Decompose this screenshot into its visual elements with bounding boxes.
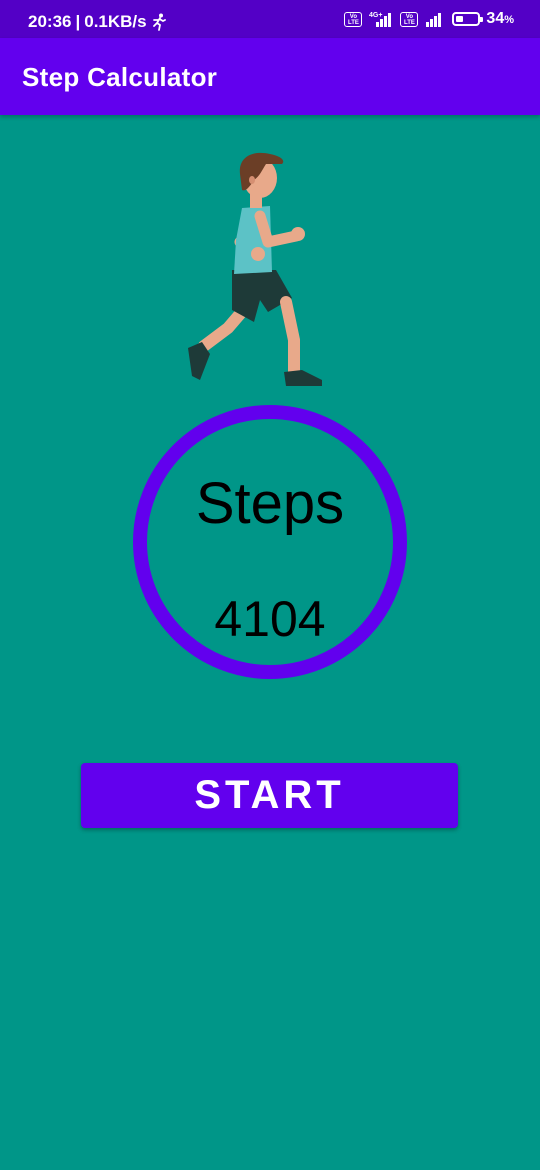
status-right: Vo LTE 4G+ Vo LTE 34% [344,10,514,28]
battery-fill [456,16,464,22]
battery-unit: % [504,14,514,26]
status-left: 20:36 | 0.1KB/s [28,12,167,32]
signal-icon-sim2 [426,13,442,27]
steps-label: Steps [195,471,345,536]
battery-level: 34 [486,10,505,27]
start-button[interactable]: START [81,763,458,828]
volte-icon-sim2: Vo LTE [400,11,419,27]
battery-icon [452,12,484,26]
battery-level-group: 34% [486,10,514,28]
data-speed: 0.1KB/s [84,12,147,31]
app-title: Step Calculator [22,62,218,92]
network-type-label: 4G+ [369,12,382,19]
status-bar: 20:36 | 0.1KB/s Vo LTE 4G+ Vo LTE 34% [0,0,540,38]
runner-illustration [188,152,322,386]
status-separator: | [75,12,81,31]
app-bar: Step Calculator [0,38,540,115]
volte-icon: Vo LTE [344,11,363,27]
clock: 20:36 [28,12,72,31]
running-person-icon [152,13,166,31]
signal-icon-sim1: 4G+ [369,12,392,27]
steps-count: 4104 [214,591,326,647]
